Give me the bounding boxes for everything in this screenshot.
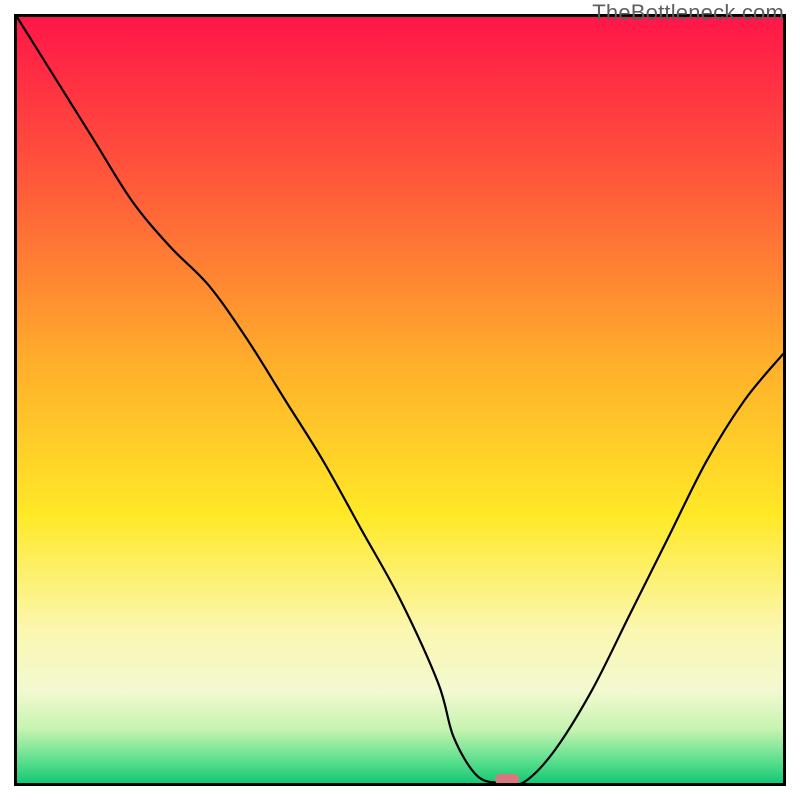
gradient-background bbox=[17, 17, 783, 783]
plot-svg bbox=[17, 17, 783, 783]
watermark-text: TheBottleneck.com bbox=[592, 0, 784, 26]
minimum-marker bbox=[495, 774, 519, 783]
plot-area bbox=[14, 14, 786, 786]
chart-frame: TheBottleneck.com bbox=[0, 0, 800, 800]
